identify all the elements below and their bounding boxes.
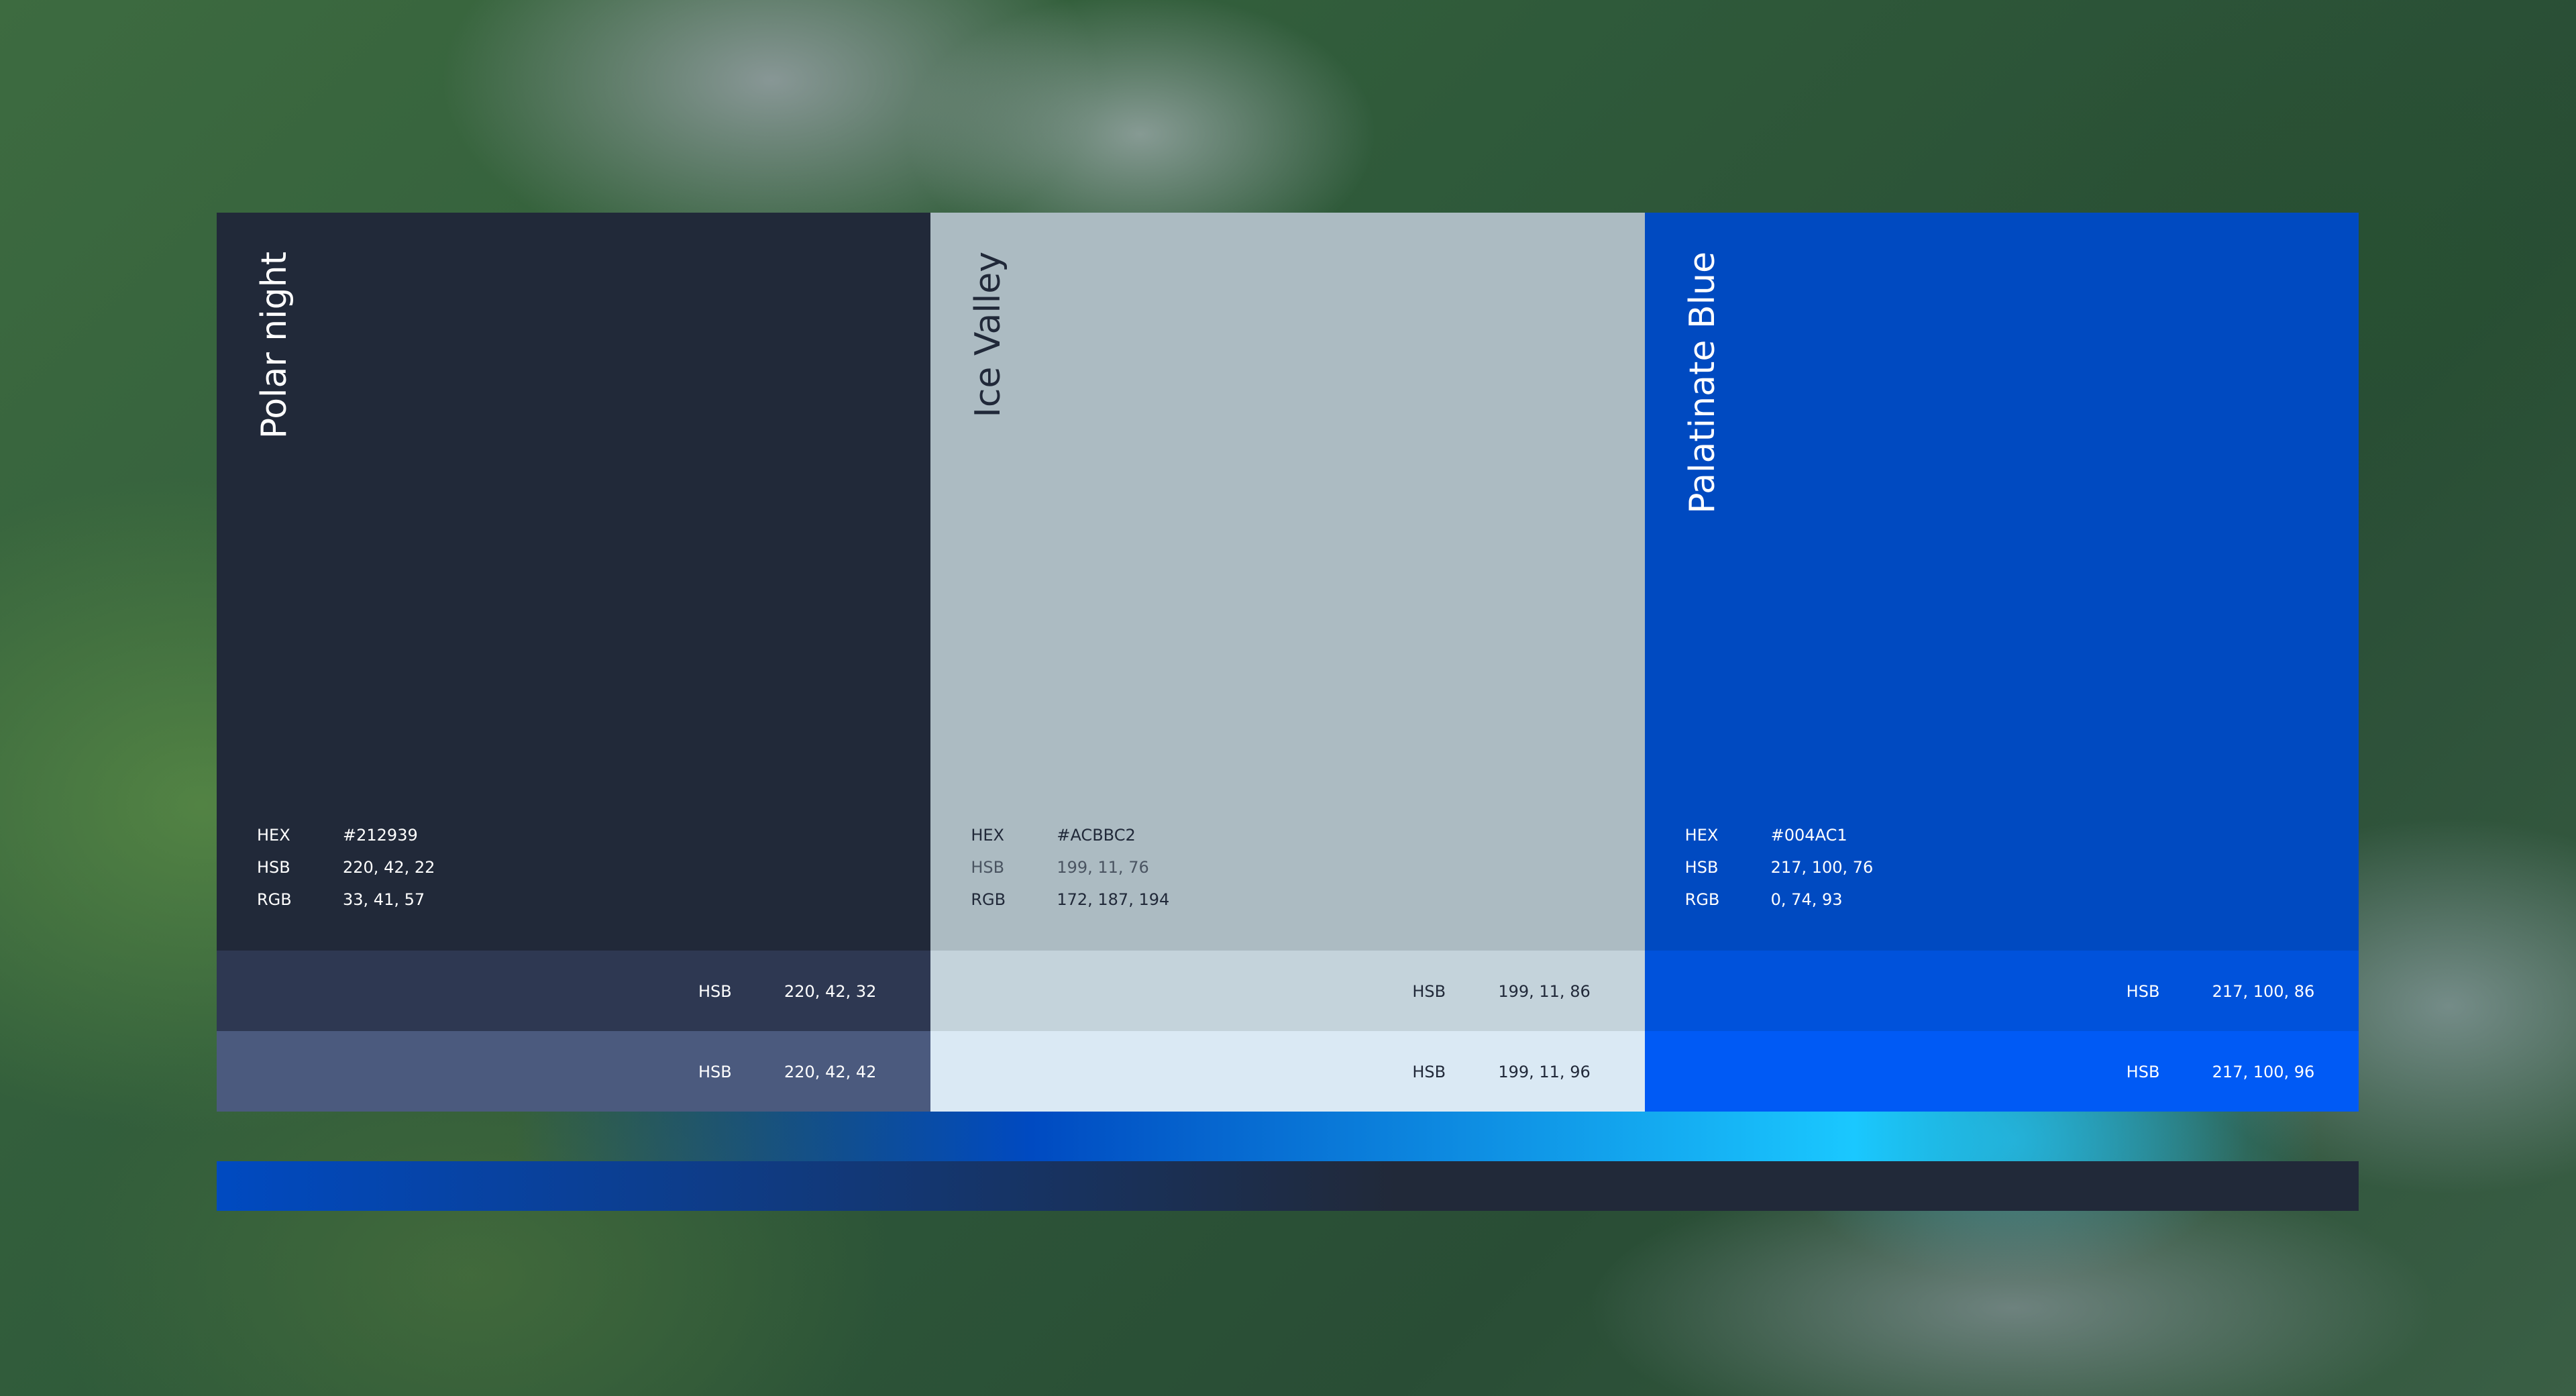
shade-swatch: HSB 220, 42, 32 bbox=[217, 951, 931, 1031]
shade-hsb-value: 220, 42, 32 bbox=[784, 982, 877, 1001]
color-values: HEX #004AC1 HSB 217, 100, 76 RGB 0, 74, … bbox=[1685, 819, 1874, 916]
shade-hsb-label: HSB bbox=[1412, 982, 1446, 1001]
hsb-row: HSB 220, 42, 22 bbox=[257, 851, 435, 883]
hex-label: HEX bbox=[257, 826, 290, 845]
rgb-row: RGB 172, 187, 194 bbox=[971, 883, 1169, 916]
hex-value: #212939 bbox=[343, 826, 418, 845]
shade-swatch: HSB 199, 11, 86 bbox=[930, 951, 1645, 1031]
hsb-row: HSB 199, 11, 76 bbox=[971, 851, 1169, 883]
hsb-value: 199, 11, 76 bbox=[1057, 858, 1149, 877]
hsb-label: HSB bbox=[257, 858, 290, 877]
shade-hsb-label: HSB bbox=[2126, 1063, 2160, 1081]
rgb-label: RGB bbox=[257, 890, 292, 909]
base-swatch: Palatinate Blue HEX #004AC1 HSB 217, 100… bbox=[1644, 213, 2359, 951]
color-values: HEX #212939 HSB 220, 42, 22 RGB 33, 41, … bbox=[257, 819, 435, 916]
shade-hsb-value: 199, 11, 96 bbox=[1498, 1063, 1591, 1081]
hsb-value: 217, 100, 76 bbox=[1770, 858, 1874, 877]
rgb-row: RGB 33, 41, 57 bbox=[257, 883, 435, 916]
color-values: HEX #ACBBC2 HSB 199, 11, 76 RGB 172, 187… bbox=[971, 819, 1169, 916]
gradient-strip-blue bbox=[0, 1112, 2576, 1161]
rgb-value: 172, 187, 194 bbox=[1057, 890, 1170, 909]
shade-hsb-label: HSB bbox=[698, 1063, 732, 1081]
color-palette-panel: Polar night HEX #212939 HSB 220, 42, 22 … bbox=[217, 213, 2359, 1112]
shade-hsb-value: 220, 42, 42 bbox=[784, 1063, 877, 1081]
hsb-label: HSB bbox=[1684, 858, 1719, 877]
shade-swatch: HSB 217, 100, 96 bbox=[1644, 1031, 2359, 1112]
hsb-row: HSB 217, 100, 76 bbox=[1685, 851, 1874, 883]
color-name: Ice Valley bbox=[968, 252, 1009, 418]
hsb-value: 220, 42, 22 bbox=[343, 858, 435, 877]
color-column-palatinate-blue: Palatinate Blue HEX #004AC1 HSB 217, 100… bbox=[1644, 213, 2359, 1112]
shade-swatch: HSB 217, 100, 86 bbox=[1644, 951, 2359, 1031]
color-name: Palatinate Blue bbox=[1682, 252, 1723, 514]
shade-hsb-label: HSB bbox=[698, 982, 732, 1001]
shade-hsb-value: 217, 100, 96 bbox=[2212, 1063, 2315, 1081]
rgb-row: RGB 0, 74, 93 bbox=[1685, 883, 1874, 916]
hex-row: HEX #212939 bbox=[257, 819, 435, 851]
shade-hsb-label: HSB bbox=[2126, 982, 2160, 1001]
hex-row: HEX #004AC1 bbox=[1685, 819, 1874, 851]
shade-hsb-value: 217, 100, 86 bbox=[2212, 982, 2315, 1001]
hsb-label: HSB bbox=[971, 858, 1005, 877]
color-column-polar-night: Polar night HEX #212939 HSB 220, 42, 22 … bbox=[217, 213, 931, 1112]
color-name: Polar night bbox=[254, 252, 294, 439]
shade-hsb-value: 199, 11, 86 bbox=[1498, 982, 1591, 1001]
rgb-value: 33, 41, 57 bbox=[343, 890, 425, 909]
base-swatch: Ice Valley HEX #ACBBC2 HSB 199, 11, 76 R… bbox=[930, 213, 1645, 951]
hex-value: #ACBBC2 bbox=[1057, 826, 1136, 845]
rgb-value: 0, 74, 93 bbox=[1770, 890, 1843, 909]
rgb-label: RGB bbox=[971, 890, 1006, 909]
hex-row: HEX #ACBBC2 bbox=[971, 819, 1169, 851]
shade-swatch: HSB 199, 11, 96 bbox=[930, 1031, 1645, 1112]
shade-swatch: HSB 220, 42, 42 bbox=[217, 1031, 931, 1112]
gradient-bar-blue-to-night bbox=[217, 1161, 2359, 1211]
base-swatch: Polar night HEX #212939 HSB 220, 42, 22 … bbox=[217, 213, 931, 951]
hex-label: HEX bbox=[1684, 826, 1719, 845]
color-column-ice-valley: Ice Valley HEX #ACBBC2 HSB 199, 11, 76 R… bbox=[930, 213, 1645, 1112]
hex-value: #004AC1 bbox=[1770, 826, 1847, 845]
hex-label: HEX bbox=[971, 826, 1004, 845]
shade-hsb-label: HSB bbox=[1412, 1063, 1446, 1081]
rgb-label: RGB bbox=[1684, 890, 1720, 909]
